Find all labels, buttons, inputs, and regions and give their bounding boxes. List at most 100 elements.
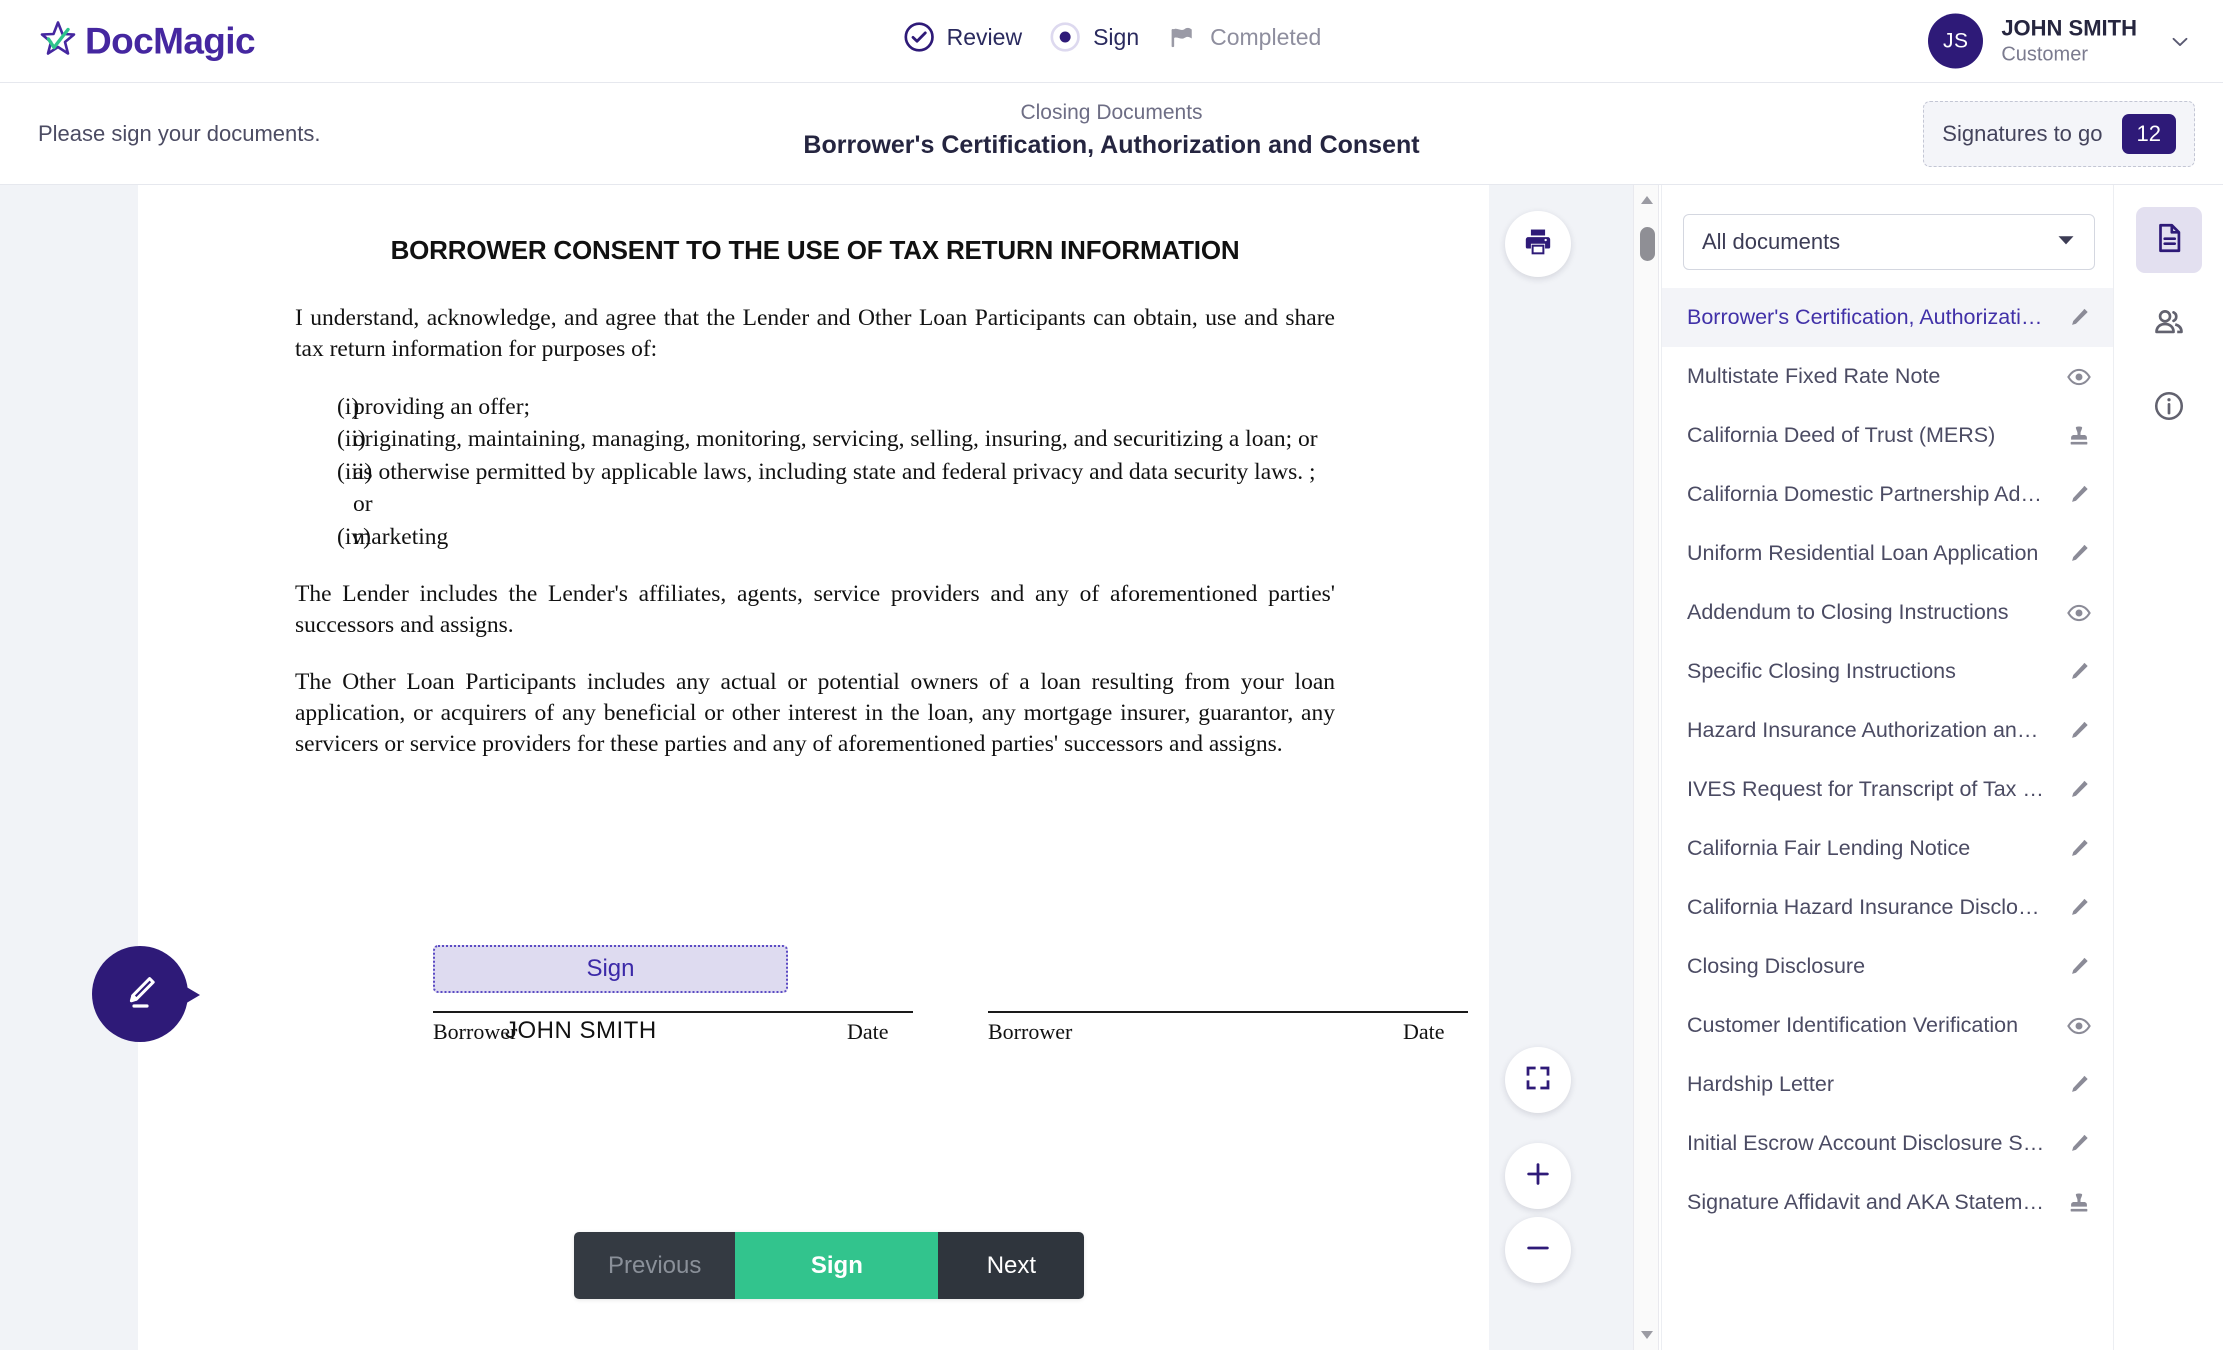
- document-list-item-label: California Domestic Partnership Adden…: [1687, 482, 2065, 506]
- docmagic-star-icon: [38, 19, 78, 64]
- document-list-item-label: Closing Disclosure: [1687, 954, 1866, 978]
- document-list-item-label: IVES Request for Transcript of Tax Ret…: [1687, 777, 2065, 801]
- signatures-to-go-badge[interactable]: Signatures to go 12: [1923, 100, 2195, 167]
- document-list-item-label: Uniform Residential Loan Application: [1687, 541, 2039, 565]
- pencil-icon[interactable]: [2065, 776, 2093, 804]
- rail-documents-button[interactable]: [2135, 207, 2202, 273]
- eye-icon[interactable]: [2065, 363, 2093, 391]
- document-list-item[interactable]: California Hazard Insurance Disclosure: [1662, 878, 2114, 937]
- document-list-item-label: Hazard Insurance Authorization and Re…: [1687, 718, 2065, 742]
- fit-screen-button[interactable]: [1505, 1047, 1571, 1113]
- list-item-text: providing an offer;: [353, 394, 531, 421]
- page-title: Borrower's Certification, Authorization …: [803, 131, 1420, 159]
- fab-circle: [92, 946, 188, 1042]
- people-icon: [2152, 305, 2186, 344]
- rail-participants-button[interactable]: [2136, 291, 2202, 357]
- signatures-to-go-count: 12: [2121, 113, 2176, 154]
- user-info: JOHN SMITH Customer: [2001, 15, 2137, 68]
- previous-button[interactable]: Previous: [574, 1232, 736, 1299]
- step-review-label: Review: [946, 23, 1023, 50]
- pencil-icon[interactable]: [2065, 658, 2093, 686]
- document-paragraph-2: The Lender includes the Lender's affilia…: [295, 581, 1335, 639]
- document-list-item[interactable]: Initial Escrow Account Disclosure State…: [1662, 1114, 2114, 1173]
- next-button[interactable]: Next: [938, 1232, 1085, 1299]
- document-list-item[interactable]: Signature Affidavit and AKA Statement: [1662, 1173, 2114, 1232]
- documents-panel: All documents Borrower's Certification, …: [1661, 185, 2114, 1350]
- document-action-bar: Previous Sign Next: [574, 1232, 1085, 1299]
- document-roman-list: (i) providing an offer; (ii) originating…: [295, 391, 1335, 553]
- document-list-item-label: Hardship Letter: [1687, 1072, 1834, 1096]
- avatar: JS: [1928, 13, 1984, 69]
- document-list: Borrower's Certification, Authorization …: [1662, 288, 2114, 1232]
- list-item-marker: (i): [337, 394, 360, 421]
- step-sign-label: Sign: [1093, 23, 1140, 50]
- pencil-sign-icon: [116, 968, 164, 1021]
- chevron-down-icon: [2056, 230, 2076, 255]
- document-list-item[interactable]: Multistate Fixed Rate Note: [1662, 347, 2114, 406]
- radio-filled-icon: [1048, 20, 1082, 54]
- user-name: JOHN SMITH: [2001, 15, 2137, 41]
- step-review[interactable]: Review: [902, 20, 1022, 54]
- viewer-scrollbar[interactable]: [1633, 185, 1659, 1350]
- document-package-name: Closing Documents: [1020, 101, 1203, 124]
- document-list-item[interactable]: California Deed of Trust (MERS): [1662, 406, 2114, 465]
- sign-here-fab[interactable]: [92, 946, 200, 1042]
- scroll-down-icon[interactable]: [1634, 1322, 1660, 1348]
- eye-icon[interactable]: [2065, 599, 2093, 627]
- document-list-item[interactable]: California Fair Lending Notice: [1662, 819, 2114, 878]
- eye-icon[interactable]: [2065, 1012, 2093, 1040]
- list-item-marker: (iv): [337, 523, 371, 550]
- document-heading-block: Closing Documents Borrower's Certificati…: [662, 101, 1562, 160]
- document-list-item[interactable]: Addendum to Closing Instructions: [1662, 583, 2114, 642]
- document-list-item[interactable]: Customer Identification Verification: [1662, 996, 2114, 1055]
- pencil-icon[interactable]: [2065, 1130, 2093, 1158]
- print-button[interactable]: [1505, 211, 1571, 277]
- brand-logo[interactable]: DocMagic: [38, 19, 256, 64]
- pencil-icon[interactable]: [2065, 1071, 2093, 1099]
- document-list-item[interactable]: Specific Closing Instructions: [1662, 642, 2114, 701]
- user-menu[interactable]: JS JOHN SMITH Customer: [1928, 13, 2193, 69]
- zoom-out-button[interactable]: [1505, 1217, 1571, 1283]
- document-list-item[interactable]: California Domestic Partnership Adden…: [1662, 465, 2114, 524]
- document-icon: [2152, 221, 2186, 260]
- check-circle-icon: [902, 20, 936, 54]
- document-list-item-label: Customer Identification Verification: [1687, 1013, 2019, 1037]
- document-list-item-label: Initial Escrow Account Disclosure State…: [1687, 1131, 2065, 1155]
- pencil-icon[interactable]: [2065, 540, 2093, 568]
- zoom-in-button[interactable]: [1505, 1143, 1571, 1209]
- step-completed-label: Completed: [1210, 23, 1322, 50]
- document-viewer[interactable]: BORROWER CONSENT TO THE USE OF TAX RETUR…: [0, 185, 1633, 1350]
- sign-button[interactable]: Sign: [735, 1232, 939, 1299]
- list-item: (ii) originating, maintaining, managing,…: [295, 423, 1335, 455]
- fit-screen-icon: [1523, 1063, 1553, 1098]
- date-label-1: Date: [847, 1019, 889, 1044]
- document-list-item[interactable]: IVES Request for Transcript of Tax Ret…: [1662, 760, 2114, 819]
- chevron-down-icon[interactable]: [2167, 28, 2193, 54]
- document-paragraph-3: The Other Loan Participants includes any…: [295, 669, 1335, 758]
- scrollbar-thumb[interactable]: [1640, 227, 1655, 261]
- stamp-icon[interactable]: [2065, 422, 2093, 450]
- document-list-item[interactable]: Hazard Insurance Authorization and Re…: [1662, 701, 2114, 760]
- scroll-up-icon[interactable]: [1634, 187, 1660, 213]
- pencil-icon[interactable]: [2065, 835, 2093, 863]
- zoom-out-icon: [1522, 1232, 1554, 1269]
- document-list-item[interactable]: Hardship Letter: [1662, 1055, 2114, 1114]
- pencil-icon[interactable]: [2065, 953, 2093, 981]
- pencil-icon[interactable]: [2065, 304, 2093, 332]
- stamp-icon[interactable]: [2065, 1189, 2093, 1217]
- document-list-item-label: Signature Affidavit and AKA Statement: [1687, 1190, 2053, 1214]
- info-icon: [2152, 389, 2186, 428]
- pencil-icon[interactable]: [2065, 481, 2093, 509]
- signature-row: Sign JOHN SMITH Borrower Date Borrower D…: [433, 945, 1468, 1055]
- pencil-icon[interactable]: [2065, 717, 2093, 745]
- document-filter-select[interactable]: All documents: [1683, 214, 2095, 270]
- document-list-item[interactable]: Closing Disclosure: [1662, 937, 2114, 996]
- rail-info-button[interactable]: [2136, 375, 2202, 441]
- signature-field[interactable]: Sign: [433, 945, 788, 993]
- flag-icon: [1165, 20, 1199, 54]
- document-list-item[interactable]: Borrower's Certification, Authorization …: [1662, 288, 2114, 347]
- document-list-item[interactable]: Uniform Residential Loan Application: [1662, 524, 2114, 583]
- step-completed[interactable]: Completed: [1165, 20, 1321, 54]
- pencil-icon[interactable]: [2065, 894, 2093, 922]
- step-sign[interactable]: Sign: [1048, 20, 1139, 54]
